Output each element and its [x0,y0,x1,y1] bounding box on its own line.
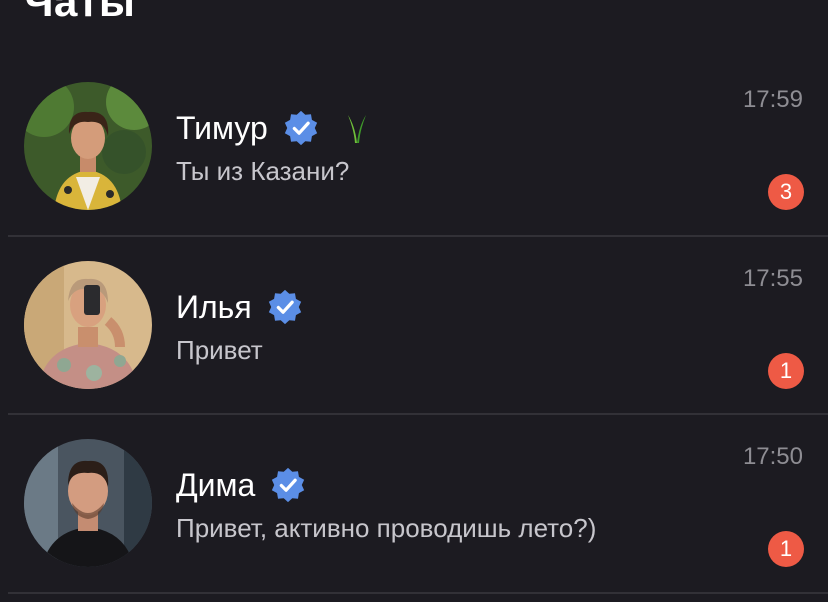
contact-name: Илья [176,288,252,325]
message-time: 17:59 [742,86,803,113]
chat-row-ilya[interactable]: Илья Привет 17:55 1 [0,237,828,415]
chat-row-dima[interactable]: Дима Привет, активно проводишь лето?) 17… [0,415,828,593]
avatar[interactable] [24,439,152,567]
avatar[interactable] [24,261,152,389]
unread-badge: 3 [768,174,804,210]
divider [8,592,828,594]
unread-badge: 1 [768,531,804,567]
verified-icon [268,289,301,325]
message-preview: Ты из Казани? [176,156,350,186]
avatar[interactable] [24,82,152,210]
message-time: 17:50 [742,443,803,470]
message-preview: Привет, активно проводишь лето?) [176,513,597,543]
message-preview: Привет [176,335,263,365]
chat-row-timur[interactable]: Тимур Ты из Казани? 17:59 3 [0,58,828,236]
verified-icon [272,467,305,503]
contact-name: Тимур [176,109,268,146]
chat-list: Тимур Ты из Казани? 17:59 3 Илья Привет … [0,0,828,602]
contact-name: Дима [176,466,256,503]
plant-icon [347,115,366,143]
name-line: Дима [176,463,307,507]
name-line: Тимур [176,106,368,150]
verified-icon [284,110,317,146]
unread-badge: 1 [768,353,804,389]
message-time: 17:55 [742,265,803,292]
name-line: Илья [176,285,304,329]
